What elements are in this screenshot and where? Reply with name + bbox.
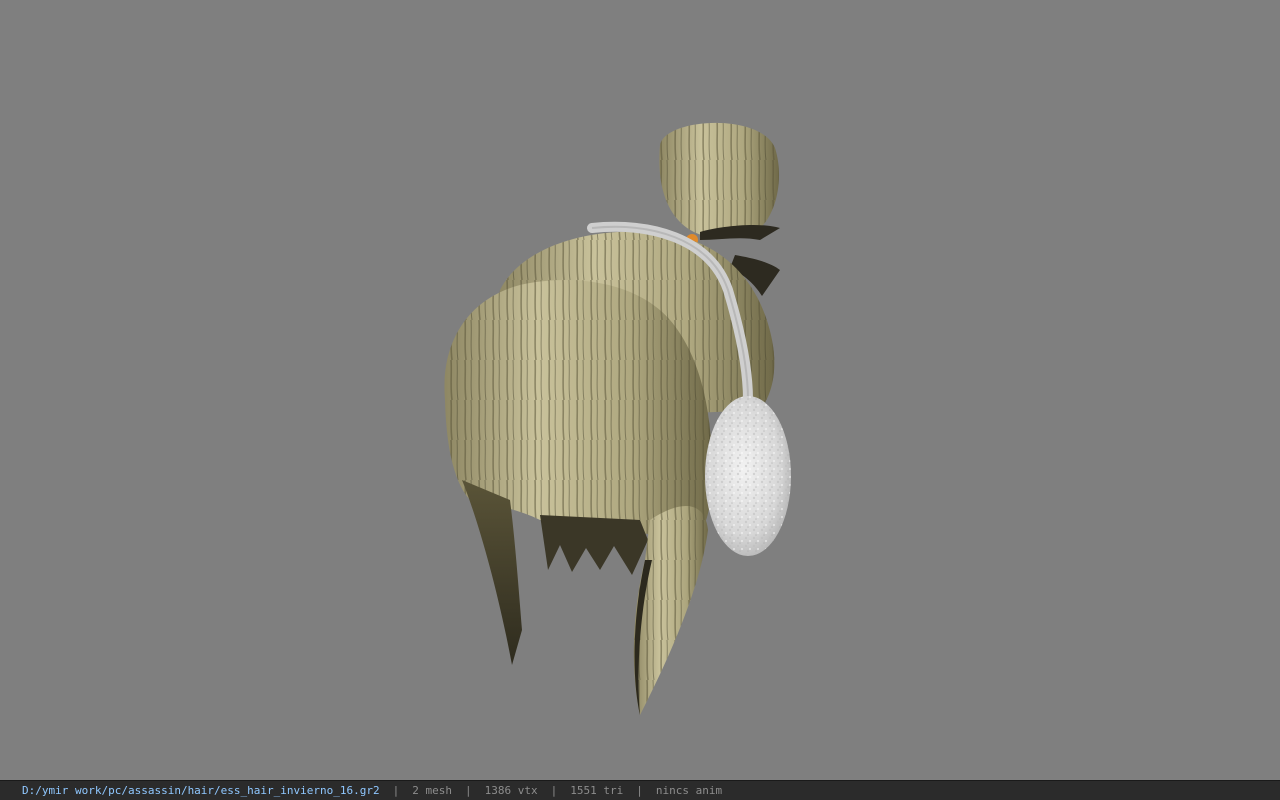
vertex-count: 1386 vtx [484, 784, 538, 797]
status-separator: | [465, 784, 472, 797]
status-bar: D:/ymir work/pc/assassin/hair/ess_hair_i… [0, 780, 1280, 800]
mesh-count: 2 mesh [412, 784, 452, 797]
triangle-count: 1551 tri [570, 784, 624, 797]
hair-model-render[interactable] [0, 0, 1280, 780]
animation-status: nincs anim [655, 784, 723, 797]
earmuff [705, 396, 791, 556]
3d-viewport[interactable] [0, 0, 1280, 780]
status-separator: | [550, 784, 558, 797]
status-separator: | [392, 784, 400, 797]
hair-fringe-middle [540, 515, 648, 575]
status-separator: | [636, 784, 643, 797]
file-path: D:/ymir work/pc/assassin/hair/ess_hair_i… [22, 784, 380, 797]
